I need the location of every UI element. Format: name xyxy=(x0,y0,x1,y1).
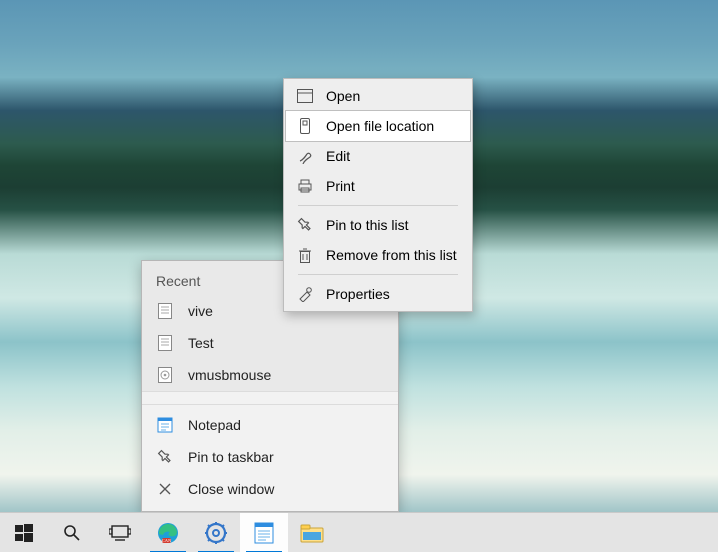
notepad-icon xyxy=(254,522,274,544)
jumplist-close-label: Close window xyxy=(188,481,274,497)
desktop: Recent vive Test vmusbmouse xyxy=(0,0,718,552)
pin-icon xyxy=(296,217,314,233)
task-view-icon xyxy=(109,524,131,542)
taskbar: CAN xyxy=(0,512,718,552)
ctx-item-label: Open xyxy=(326,88,360,104)
svg-text:CAN: CAN xyxy=(162,538,172,543)
gear-icon xyxy=(205,522,227,544)
ctx-open[interactable]: Open xyxy=(286,81,470,111)
jumplist-divider xyxy=(142,391,398,405)
ctx-item-label: Remove from this list xyxy=(326,247,457,263)
notepad-icon xyxy=(156,417,174,433)
start-button[interactable] xyxy=(0,513,48,552)
task-view-button[interactable] xyxy=(96,513,144,552)
pin-icon xyxy=(156,449,174,465)
properties-icon xyxy=(296,286,314,302)
jumplist-pin-label: Pin to taskbar xyxy=(188,449,274,465)
settings-button[interactable] xyxy=(192,513,240,552)
jumplist-close-item[interactable]: Close window xyxy=(142,473,398,505)
ctx-edit[interactable]: Edit xyxy=(286,141,470,171)
text-file-icon xyxy=(156,335,174,351)
edit-icon xyxy=(296,148,314,164)
ctx-item-label: Open file location xyxy=(326,118,434,134)
search-icon xyxy=(63,524,81,542)
jumplist-item-label: Test xyxy=(188,335,214,351)
folder-target-icon xyxy=(296,118,314,134)
ctx-pin-to-list[interactable]: Pin to this list xyxy=(286,210,470,240)
window-icon xyxy=(296,89,314,103)
explorer-button[interactable] xyxy=(288,513,336,552)
ctx-item-label: Print xyxy=(326,178,355,194)
jumplist-item-label: vive xyxy=(188,303,213,319)
inf-file-icon xyxy=(156,367,174,383)
notepad-button[interactable] xyxy=(240,513,288,552)
ctx-item-label: Edit xyxy=(326,148,350,164)
ctx-open-file-location[interactable]: Open file location xyxy=(285,110,471,142)
jumplist-recent-item[interactable]: vmusbmouse xyxy=(142,359,398,391)
close-icon xyxy=(156,482,174,496)
search-button[interactable] xyxy=(48,513,96,552)
ctx-item-label: Pin to this list xyxy=(326,217,408,233)
text-file-icon xyxy=(156,303,174,319)
edge-icon: CAN xyxy=(157,522,179,544)
ctx-remove-from-list[interactable]: Remove from this list xyxy=(286,240,470,270)
trash-icon xyxy=(296,247,314,263)
windows-icon xyxy=(15,524,33,542)
jumplist-item-label: vmusbmouse xyxy=(188,367,271,383)
context-menu: Open Open file location Edit Print xyxy=(283,78,473,312)
ctx-separator xyxy=(298,205,458,206)
jumplist-recent-item[interactable]: Test xyxy=(142,327,398,359)
jumplist-pin-item[interactable]: Pin to taskbar xyxy=(142,441,398,473)
edge-button[interactable]: CAN xyxy=(144,513,192,552)
ctx-item-label: Properties xyxy=(326,286,390,302)
file-explorer-icon xyxy=(300,523,324,543)
ctx-print[interactable]: Print xyxy=(286,171,470,201)
ctx-separator xyxy=(298,274,458,275)
jumplist-app-item[interactable]: Notepad xyxy=(142,409,398,441)
print-icon xyxy=(296,178,314,194)
jumplist-app-label: Notepad xyxy=(188,417,241,433)
ctx-properties[interactable]: Properties xyxy=(286,279,470,309)
